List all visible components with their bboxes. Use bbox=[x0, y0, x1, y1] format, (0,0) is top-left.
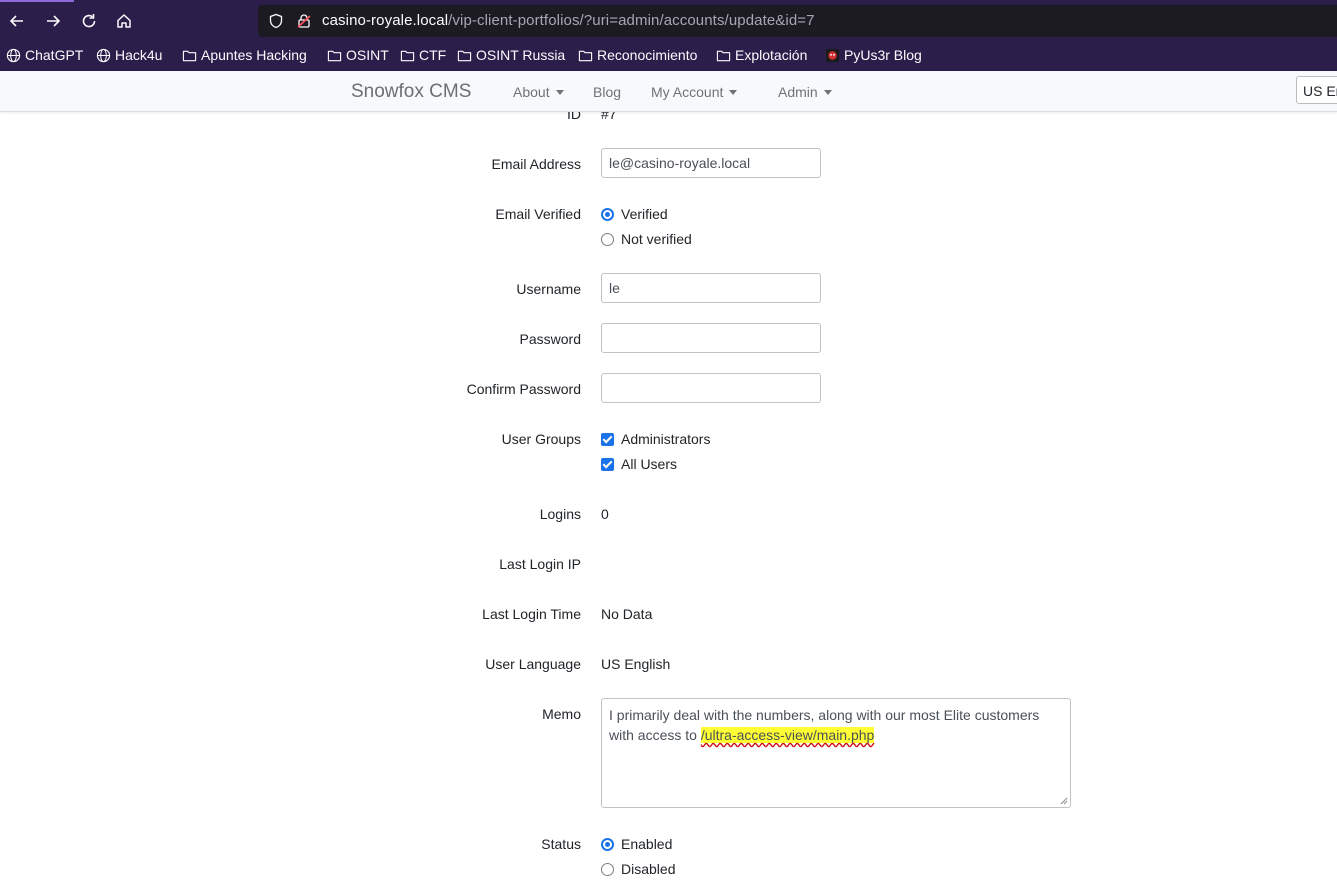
radio-selected-icon bbox=[601, 207, 614, 221]
folder-icon bbox=[327, 50, 342, 61]
bookmark-ctf[interactable]: CTF bbox=[400, 47, 446, 63]
not-verified-option-label: Not verified bbox=[621, 231, 692, 247]
status-enabled-radio[interactable]: Enabled bbox=[601, 836, 672, 852]
nav-admin-dropdown[interactable]: Admin bbox=[778, 84, 832, 100]
folder-icon bbox=[182, 50, 197, 61]
folder-icon bbox=[578, 50, 593, 61]
bookmark-apuntes-hacking[interactable]: Apuntes Hacking bbox=[182, 47, 307, 63]
nav-about-label: About bbox=[513, 84, 550, 100]
username-label: Username bbox=[516, 281, 581, 297]
arrow-left-icon bbox=[9, 15, 23, 27]
memo-highlighted-path: /ultra-access-view/main.php bbox=[700, 727, 875, 743]
user-groups-label: User Groups bbox=[501, 431, 581, 447]
radio-unselected-icon bbox=[601, 232, 614, 246]
status-disabled-label: Disabled bbox=[621, 861, 676, 877]
bookmark-label: OSINT Russia bbox=[476, 47, 566, 63]
group-all-users-label: All Users bbox=[621, 456, 678, 472]
logins-label: Logins bbox=[539, 506, 581, 522]
back-button[interactable] bbox=[5, 9, 29, 33]
bookmark-label: OSINT bbox=[346, 47, 389, 63]
active-tab-indicator bbox=[0, 0, 74, 2]
globe-icon bbox=[96, 48, 111, 62]
bookmark-pyus3r-blog[interactable]: PyUs3r Blog bbox=[825, 47, 922, 63]
site-favicon bbox=[825, 48, 840, 62]
site-navbar: Snowfox CMS About Blog My Account Admin … bbox=[0, 71, 1337, 112]
bookmark-osint-russia[interactable]: OSINT Russia bbox=[457, 47, 565, 63]
group-all-users-checkbox[interactable]: All Users bbox=[601, 456, 677, 472]
folder-icon bbox=[457, 50, 472, 61]
group-administrators-checkbox[interactable]: Administrators bbox=[601, 431, 710, 447]
address-bar[interactable]: casino-royale.local/vip-client-portfolio… bbox=[258, 5, 1337, 37]
brand-logo-text[interactable]: Snowfox CMS bbox=[351, 81, 471, 103]
bookmark-hack4u[interactable]: Hack4u bbox=[96, 47, 162, 63]
nav-blog-label: Blog bbox=[593, 84, 622, 100]
browser-toolbar: casino-royale.local/vip-client-portfolio… bbox=[0, 0, 1337, 41]
caret-down-icon bbox=[729, 90, 738, 95]
last-login-ip-label: Last Login IP bbox=[499, 556, 581, 572]
status-label: Status bbox=[541, 836, 581, 852]
group-administrators-label: Administrators bbox=[621, 431, 711, 447]
user-language-value: US English bbox=[601, 656, 671, 672]
reload-icon bbox=[82, 14, 96, 28]
email-not-verified-radio[interactable]: Not verified bbox=[601, 231, 692, 247]
nav-admin-label: Admin bbox=[778, 84, 818, 100]
bookmark-label: Apuntes Hacking bbox=[201, 47, 307, 63]
url-text[interactable]: casino-royale.local/vip-client-portfolio… bbox=[322, 12, 815, 29]
confirm-password-label: Confirm Password bbox=[466, 381, 581, 397]
last-login-time-label: Last Login Time bbox=[482, 606, 581, 622]
memo-textarea[interactable]: I primarily deal with the numbers, along… bbox=[601, 698, 1071, 808]
bookmark-chatgpt[interactable]: ChatGPT bbox=[6, 47, 83, 63]
globe-icon bbox=[6, 48, 21, 62]
resize-handle-icon[interactable] bbox=[1060, 797, 1068, 805]
password-field[interactable] bbox=[601, 323, 821, 353]
reload-button[interactable] bbox=[77, 9, 101, 33]
memo-label: Memo bbox=[542, 706, 581, 722]
email-verified-radio[interactable]: Verified bbox=[601, 206, 668, 222]
caret-down-icon bbox=[555, 90, 564, 95]
url-path: /vip-client-portfolios/?uri=admin/accoun… bbox=[448, 12, 815, 29]
nav-my-account-label: My Account bbox=[651, 84, 724, 100]
status-enabled-label: Enabled bbox=[621, 836, 673, 852]
insecure-lock-icon[interactable] bbox=[296, 13, 312, 29]
radio-selected-icon bbox=[601, 837, 614, 851]
radio-unselected-icon bbox=[601, 862, 614, 876]
bookmark-label: Hack4u bbox=[115, 47, 163, 63]
verified-option-label: Verified bbox=[621, 206, 668, 222]
language-select[interactable]: US English bbox=[1296, 76, 1337, 104]
username-field[interactable] bbox=[601, 273, 821, 303]
nav-about-dropdown[interactable]: About bbox=[513, 84, 564, 100]
nav-my-account-dropdown[interactable]: My Account bbox=[651, 84, 738, 100]
bookmark-label: Explotación bbox=[735, 47, 808, 63]
bookmark-explotacion[interactable]: Explotación bbox=[716, 47, 807, 63]
status-disabled-radio[interactable]: Disabled bbox=[601, 861, 675, 877]
bookmarks-bar: ChatGPT Hack4u Apuntes Hacking OSINT CTF… bbox=[0, 41, 1337, 71]
bookmark-label: CTF bbox=[419, 47, 447, 63]
nav-blog[interactable]: Blog bbox=[593, 84, 621, 100]
shield-icon[interactable] bbox=[268, 13, 284, 29]
bookmark-label: ChatGPT bbox=[25, 47, 84, 63]
url-host: casino-royale.local bbox=[322, 12, 449, 29]
confirm-password-field[interactable] bbox=[601, 373, 821, 403]
home-icon bbox=[117, 14, 131, 28]
folder-icon bbox=[716, 50, 731, 61]
checkbox-checked-icon bbox=[601, 432, 614, 446]
last-login-time-value: No Data bbox=[601, 606, 653, 622]
checkbox-checked-icon bbox=[601, 457, 614, 471]
folder-icon bbox=[400, 50, 415, 61]
home-button[interactable] bbox=[112, 9, 136, 33]
email-field[interactable] bbox=[601, 148, 821, 178]
bookmark-label: Reconocimiento bbox=[597, 47, 698, 63]
forward-button[interactable] bbox=[41, 9, 65, 33]
caret-down-icon bbox=[823, 90, 832, 95]
bookmark-osint[interactable]: OSINT bbox=[327, 47, 389, 63]
logins-value: 0 bbox=[601, 506, 609, 522]
user-language-label: User Language bbox=[485, 656, 581, 672]
email-verified-label: Email Verified bbox=[495, 206, 581, 222]
arrow-right-icon bbox=[47, 15, 61, 27]
password-label: Password bbox=[519, 331, 581, 347]
bookmark-label: PyUs3r Blog bbox=[844, 47, 922, 63]
email-label: Email Address bbox=[491, 156, 581, 172]
bookmark-reconocimiento[interactable]: Reconocimiento bbox=[578, 47, 697, 63]
